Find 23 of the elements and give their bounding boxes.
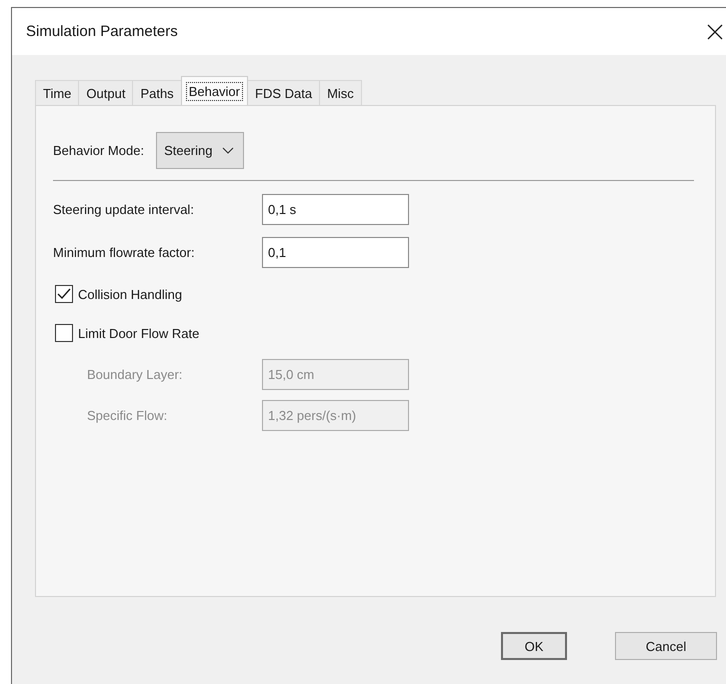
tab[interactable]: FDS Data [247,80,320,105]
checkbox-label: Limit Door Flow Rate [78,326,200,340]
mode-dropdown[interactable]: Steering [156,132,244,169]
checkbox[interactable] [55,285,73,303]
window-title: Simulation Parameters [26,23,178,40]
field-label: Minimum flowrate factor: [53,245,196,260]
dialog-button[interactable]: OK [501,632,567,660]
input-field[interactable]: 0,1 [262,237,409,268]
field-label: Steering update interval: [53,202,195,217]
dialog-button[interactable]: Cancel [615,632,717,660]
field-label: Boundary Layer: [86,366,184,382]
input-field[interactable]: 0,1 s [262,194,409,225]
field-label: Specific Flow: [86,408,168,422]
tab[interactable]: Behavior [180,76,248,105]
tab[interactable]: Time [35,80,80,105]
close-icon[interactable] [707,24,723,40]
caret-icon [222,147,234,154]
tab[interactable]: Paths [132,80,182,105]
checkbox[interactable] [55,324,73,342]
tab[interactable]: Output [78,80,134,105]
tab[interactable]: Misc [319,80,362,105]
checkbox-label: Collision Handling [78,286,182,302]
field-label: Behavior Mode: [53,143,144,158]
